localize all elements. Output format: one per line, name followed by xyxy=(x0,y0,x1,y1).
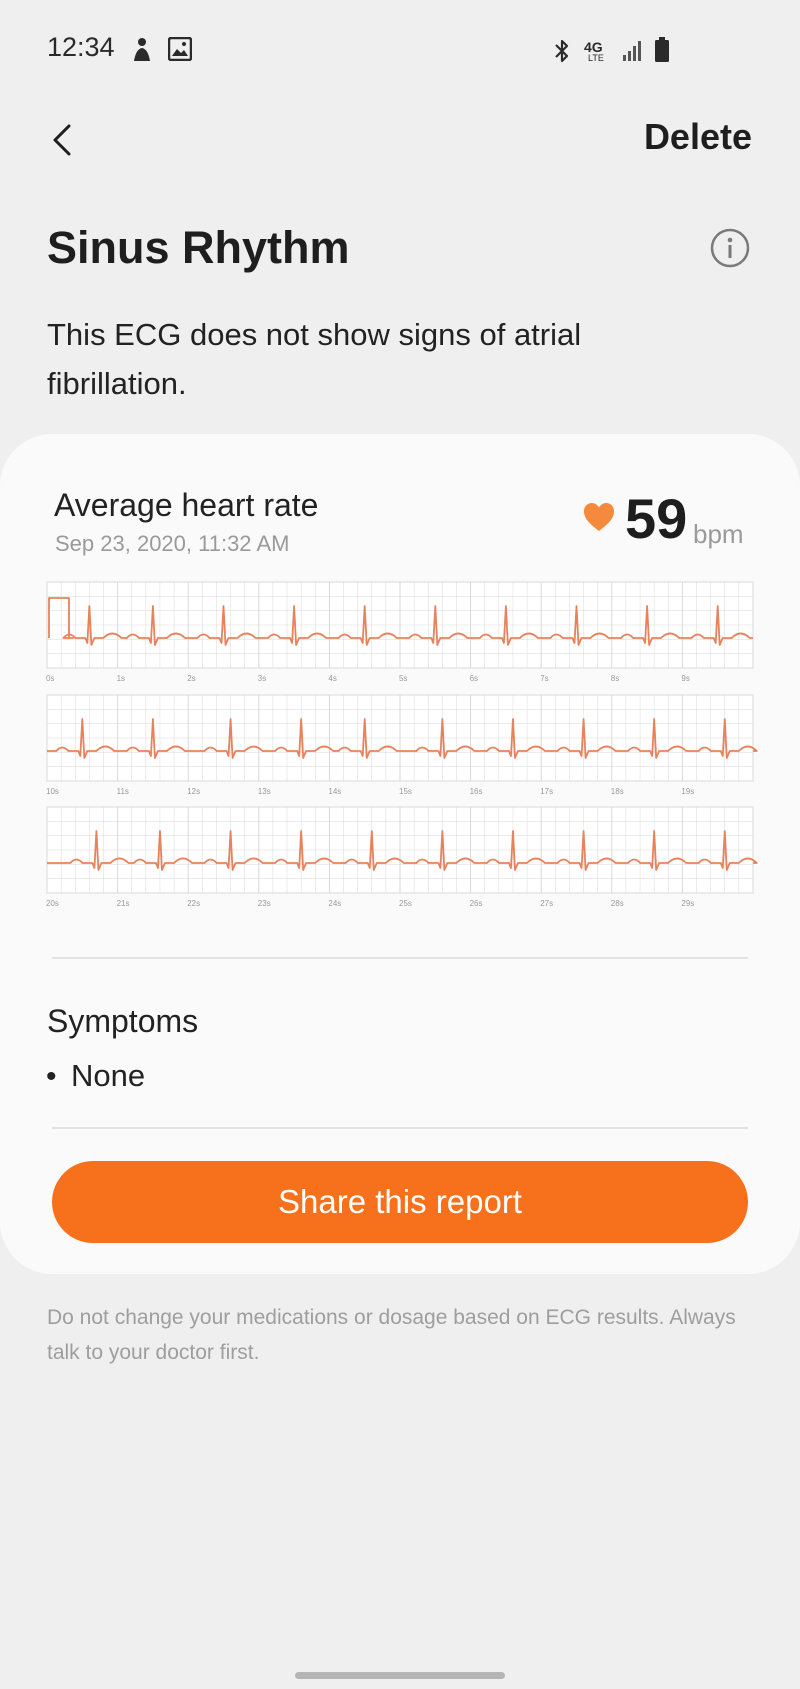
home-indicator[interactable] xyxy=(295,1672,505,1679)
ecg-tick-label: 15s xyxy=(399,787,412,796)
ecg-tick-label: 29s xyxy=(681,899,694,908)
ecg-tick-label: 28s xyxy=(611,899,624,908)
ecg-tick-label: 2s xyxy=(187,674,195,683)
ecg-tick-label: 0s xyxy=(46,674,54,683)
ecg-tick-label: 12s xyxy=(187,787,200,796)
heart-icon xyxy=(584,503,614,531)
ecg-tick-label: 26s xyxy=(470,899,483,908)
ecg-tick-label: 16s xyxy=(470,787,483,796)
heart-rate-label: Average heart rate xyxy=(54,487,319,523)
ecg-tick-label: 21s xyxy=(117,899,130,908)
delete-button[interactable]: Delete xyxy=(644,116,752,158)
disclaimer-text: Do not change your medications or dosage… xyxy=(47,1306,736,1364)
ecg-tick-label: 1s xyxy=(117,674,125,683)
ecg-tick-label: 25s xyxy=(399,899,412,908)
ecg-tick-label: 11s xyxy=(117,787,129,796)
network-label: 4G xyxy=(584,39,603,55)
ecg-chart: 0s 1s 2s 3s 4s 5s 6s 7s 8s 9s 10s 11s 12s 13s 14s 15s 16… xyxy=(46,581,758,908)
4g-lte-icon: 4G LTE xyxy=(584,40,614,64)
ecg-tick-label: 18s xyxy=(611,787,624,796)
image-icon xyxy=(168,37,192,61)
heart-rate-date: Sep 23, 2020, 11:32 AM xyxy=(55,531,290,556)
person-icon xyxy=(134,38,150,61)
symptoms-title: Symptoms xyxy=(47,1003,199,1039)
share-report-button[interactable]: Share this report xyxy=(52,1161,748,1243)
symptom-item: None xyxy=(71,1058,146,1093)
ecg-tick-label: 6s xyxy=(470,674,478,683)
divider xyxy=(52,957,748,959)
page-title: Sinus Rhythm xyxy=(47,222,350,273)
ecg-tick-label: 10s xyxy=(46,787,59,796)
divider xyxy=(52,1127,748,1129)
heart-rate-unit: bpm xyxy=(693,519,744,549)
ecg-tick-label: 9s xyxy=(681,674,689,683)
ecg-tick-label: 13s xyxy=(258,787,271,796)
signal-icon xyxy=(623,41,641,61)
ecg-tick-label: 7s xyxy=(540,674,548,683)
heart-rate-value: 59 xyxy=(625,487,688,550)
info-icon[interactable] xyxy=(708,226,752,270)
ecg-tick-label: 23s xyxy=(258,899,271,908)
back-button[interactable] xyxy=(36,112,88,164)
status-bar: 12:34 4G LTE xyxy=(0,0,800,100)
result-description: This ECG does not show signs of atrial f… xyxy=(47,317,582,401)
chevron-left-icon xyxy=(53,124,71,156)
ecg-tick-label: 27s xyxy=(540,899,553,908)
ecg-tick-label: 17s xyxy=(540,787,553,796)
ecg-tick-label: 22s xyxy=(187,899,200,908)
ecg-tick-label: 19s xyxy=(681,787,694,796)
battery-icon xyxy=(655,37,669,62)
symptom-bullet: • xyxy=(46,1060,57,1093)
ecg-tick-label: 14s xyxy=(328,787,341,796)
bluetooth-icon xyxy=(555,39,569,63)
ecg-tick-label: 3s xyxy=(258,674,266,683)
network-sub-label: LTE xyxy=(588,53,604,63)
ecg-tick-label: 24s xyxy=(328,899,341,908)
ecg-tick-label: 4s xyxy=(328,674,336,683)
ecg-tick-label: 8s xyxy=(611,674,619,683)
status-time: 12:34 xyxy=(47,32,115,62)
ecg-tick-label: 5s xyxy=(399,674,407,683)
ecg-tick-label: 20s xyxy=(46,899,59,908)
